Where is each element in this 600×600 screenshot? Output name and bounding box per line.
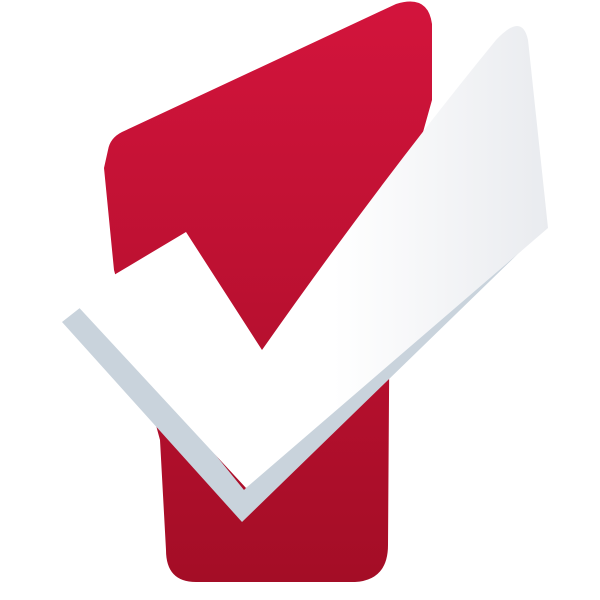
logo-canvas [0, 0, 600, 600]
checkmark-logo-icon [62, 1, 548, 582]
